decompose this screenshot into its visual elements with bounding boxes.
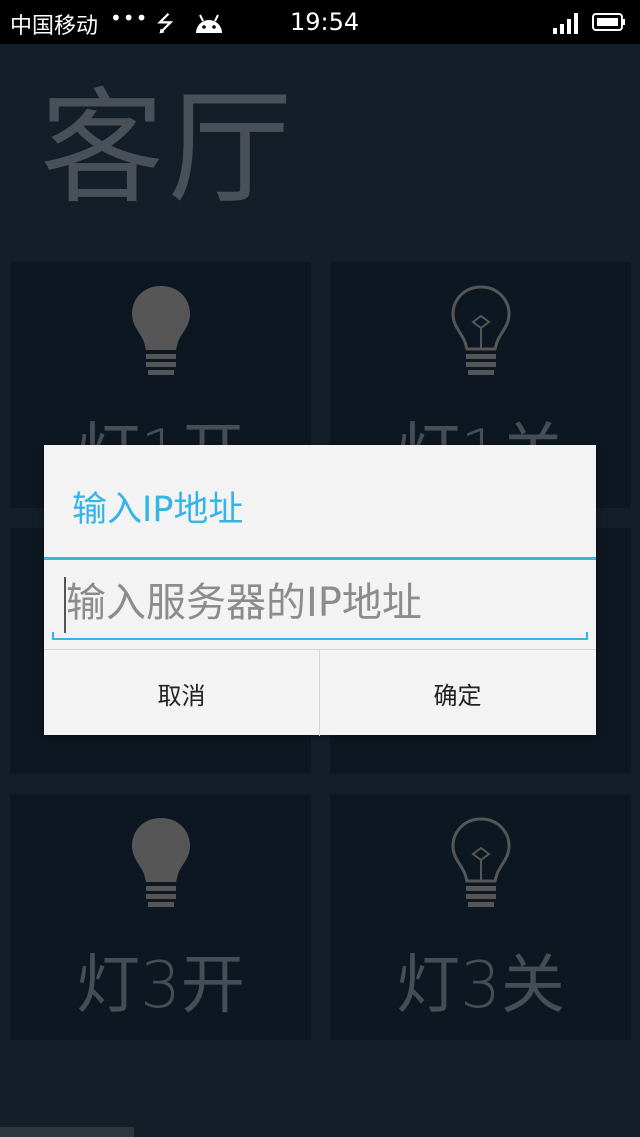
- clock: 19:54: [290, 8, 360, 36]
- confirm-button[interactable]: 确定: [320, 650, 595, 736]
- carrier-name: 中国移动: [10, 14, 99, 39]
- dialog-title-divider: [44, 557, 596, 560]
- status-bar: 中国移动 ••• ⭍ 19:54: [0, 0, 640, 44]
- usb-icon: ⭍: [156, 12, 175, 37]
- text-cursor: [64, 577, 66, 633]
- cancel-button[interactable]: 取消: [44, 650, 319, 736]
- dialog-title: 输入IP地址: [72, 490, 244, 530]
- ip-address-input[interactable]: [52, 571, 588, 635]
- input-underline: [52, 632, 588, 640]
- ip-address-dialog: 输入IP地址 取消 确定: [44, 445, 596, 736]
- dialog-button-bar: 取消 确定: [44, 649, 596, 736]
- signal-icon: [553, 13, 578, 34]
- battery-icon: [592, 13, 625, 31]
- android-icon: [196, 14, 222, 33]
- notification-dots: •••: [110, 6, 149, 30]
